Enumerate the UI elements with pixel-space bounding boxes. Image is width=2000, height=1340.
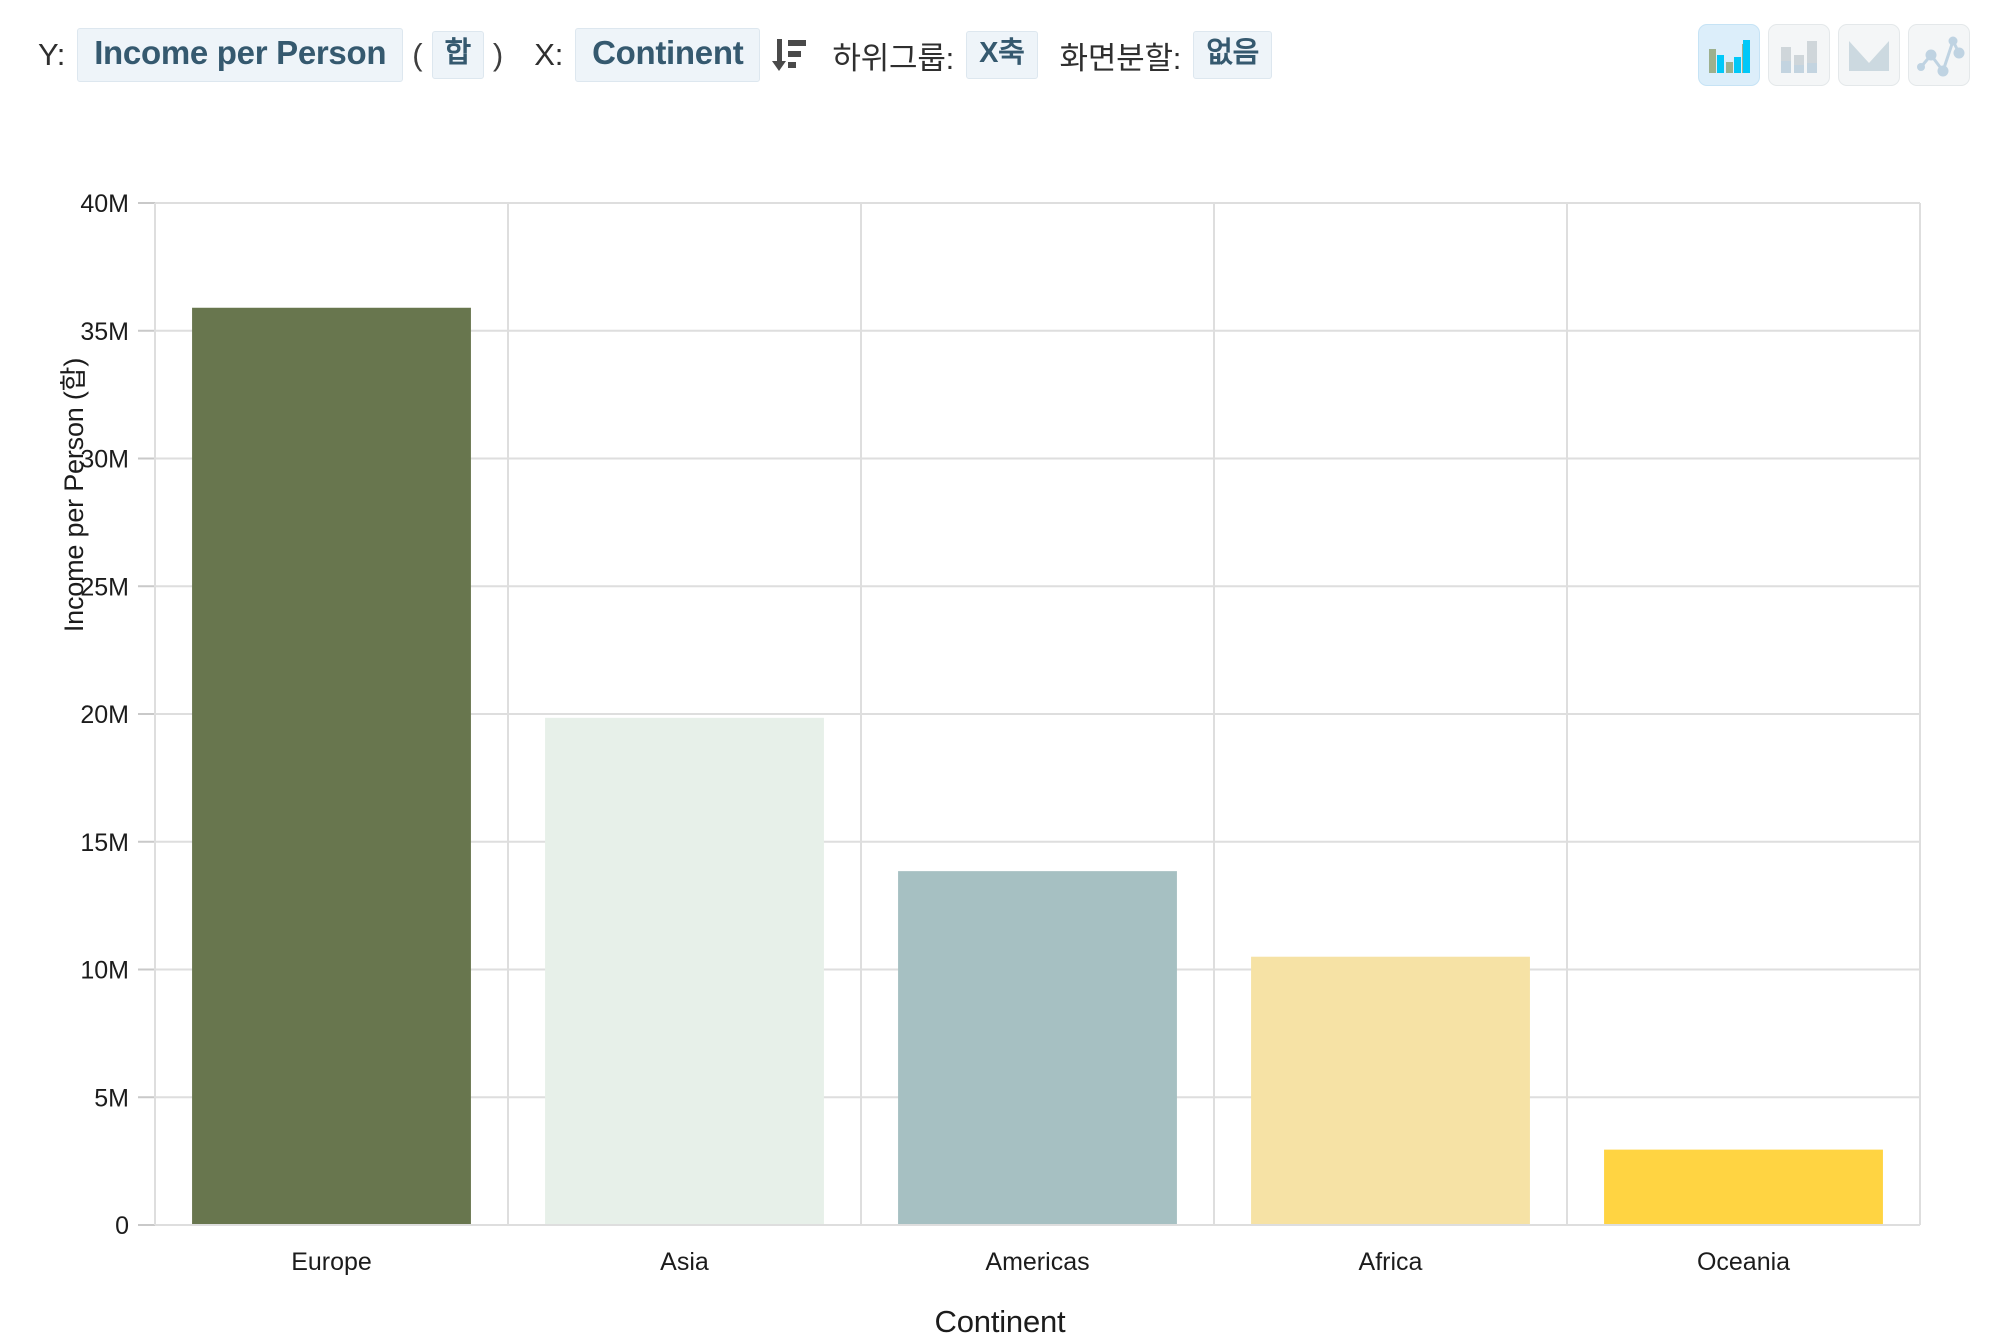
paren-close: ): [492, 36, 504, 72]
sort-arrow-head: [772, 60, 787, 71]
bar-oceania[interactable]: [1604, 1149, 1883, 1225]
bar-europe[interactable]: [192, 307, 471, 1225]
sort-bar-3: [788, 61, 797, 68]
aggregation-pill[interactable]: 합: [431, 31, 484, 79]
y-tick-label: 20M: [80, 701, 129, 729]
bar-americas[interactable]: [898, 871, 1177, 1225]
x-tick-label: Americas: [985, 1248, 1089, 1276]
bar-asia[interactable]: [545, 717, 824, 1225]
bar-chart: Income per Person (합) 0 5M 10M 15M 20M 25M 30M…: [0, 110, 2000, 1339]
paren-open: (: [412, 36, 423, 72]
x-field-group: X: Continent: [534, 28, 810, 82]
plot-canvas: 0 5M 10M 15M 20M 25M 30M 35M 40M Europe Asia Ameri…: [80, 190, 1921, 1276]
x-tick-label: Oceania: [1697, 1248, 1790, 1276]
y-axis-label: Y:: [38, 36, 66, 72]
sort-descending-icon[interactable]: [772, 37, 807, 73]
y-field-pill[interactable]: Income per Person: [77, 28, 404, 82]
grouped-bar-chart-button[interactable]: [1698, 24, 1760, 86]
x-tick-label: Asia: [660, 1248, 709, 1276]
line-chart-button[interactable]: [1908, 24, 1970, 86]
x-tick-labels: Europe Asia Americas Africa Oceania: [291, 1248, 1790, 1276]
line-chart-icon: [1917, 36, 1965, 77]
y-tick-label: 10M: [80, 957, 129, 985]
y-tick-label: 35M: [80, 318, 129, 346]
split-group: 화면분할: 없음: [1059, 31, 1272, 79]
grouped-bar-chart-icon: [1709, 40, 1750, 73]
subgroup-label: 하위그룹:: [832, 40, 955, 76]
x-field-pill[interactable]: Continent: [575, 28, 761, 82]
control-bar: Y: Income per Person ( 합 ) X: Continent …: [0, 0, 2000, 110]
x-axis-title: Continent: [934, 1304, 1066, 1339]
y-tick-label: 15M: [80, 829, 129, 857]
sort-bar-2: [788, 50, 802, 57]
chart-type-button-group: [1698, 24, 1970, 86]
sort-bar-1: [788, 39, 807, 46]
y-tick-label: 30M: [80, 446, 129, 474]
y-tick-label: 5M: [94, 1084, 129, 1112]
y-tick-label: 25M: [80, 573, 129, 601]
y-field-group: Y: Income per Person ( 합 ): [38, 28, 512, 82]
x-tick-label: Africa: [1359, 1248, 1423, 1276]
bar-africa[interactable]: [1251, 956, 1530, 1225]
y-tick-label: 40M: [80, 190, 129, 218]
x-axis-label: X:: [534, 36, 564, 72]
subgroup-pill[interactable]: X축: [966, 31, 1038, 79]
sort-arrow-stem: [777, 38, 783, 63]
x-tick-label: Europe: [291, 1248, 372, 1276]
stacked-bar-chart-icon: [1781, 41, 1817, 73]
y-tick-label: 0: [115, 1212, 129, 1240]
split-label: 화면분할:: [1059, 40, 1182, 76]
stacked-bar-chart-button[interactable]: [1768, 24, 1830, 86]
split-pill[interactable]: 없음: [1193, 31, 1272, 79]
y-tick-labels: 0 5M 10M 15M 20M 25M 30M 35M 40M: [80, 190, 129, 1240]
bar-series: [155, 307, 1920, 1226]
area-chart-icon: [1849, 41, 1889, 71]
area-chart-button[interactable]: [1838, 24, 1900, 86]
subgroup-group: 하위그룹: X축: [832, 31, 1038, 79]
